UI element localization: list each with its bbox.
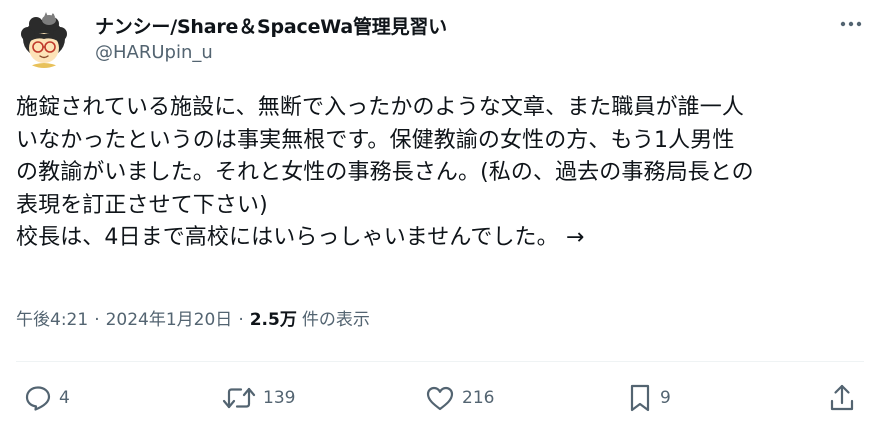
tweet-text: 施錠されている施設に、無断で入ったかのような文章、また職員が誰一人 いなかったと…	[16, 95, 754, 251]
tweet-date[interactable]: 2024年1月20日	[106, 305, 233, 330]
like-count: 216	[462, 388, 495, 408]
avatar-illustration	[16, 12, 72, 68]
meta-separator: ·	[94, 310, 100, 330]
tweet-time[interactable]: 午後4:21	[16, 305, 88, 330]
repost-count: 139	[263, 388, 296, 408]
user-handle[interactable]: @HARUpin_u	[95, 42, 213, 63]
share-icon	[830, 384, 854, 411]
share-button[interactable]	[828, 380, 856, 416]
tweet-meta: 午後4:21 · 2024年1月20日 · 2.5万 件の表示	[16, 305, 370, 330]
bookmark-icon	[630, 384, 650, 412]
divider	[16, 361, 864, 362]
meta-separator: ·	[238, 310, 244, 330]
like-button[interactable]: 216	[425, 380, 494, 416]
reply-icon	[25, 386, 51, 411]
repost-icon	[222, 387, 256, 409]
tweet: ナンシー/Share＆SpaceWa管理見習い @HARUpin_u 施錠されて…	[0, 0, 874, 439]
views-label: 件の表示	[301, 310, 370, 330]
avatar[interactable]	[16, 12, 72, 68]
bookmark-button[interactable]: 9	[627, 380, 671, 416]
heart-icon	[426, 386, 454, 411]
bookmark-count: 9	[660, 388, 671, 408]
more-options-button[interactable]	[834, 10, 868, 38]
views-count[interactable]: 2.5万	[250, 305, 297, 330]
display-name[interactable]: ナンシー/Share＆SpaceWa管理見習い	[95, 12, 447, 39]
more-icon	[840, 21, 862, 27]
reply-count: 4	[59, 388, 70, 408]
repost-button[interactable]: 139	[222, 380, 295, 416]
reply-button[interactable]: 4	[24, 380, 70, 416]
